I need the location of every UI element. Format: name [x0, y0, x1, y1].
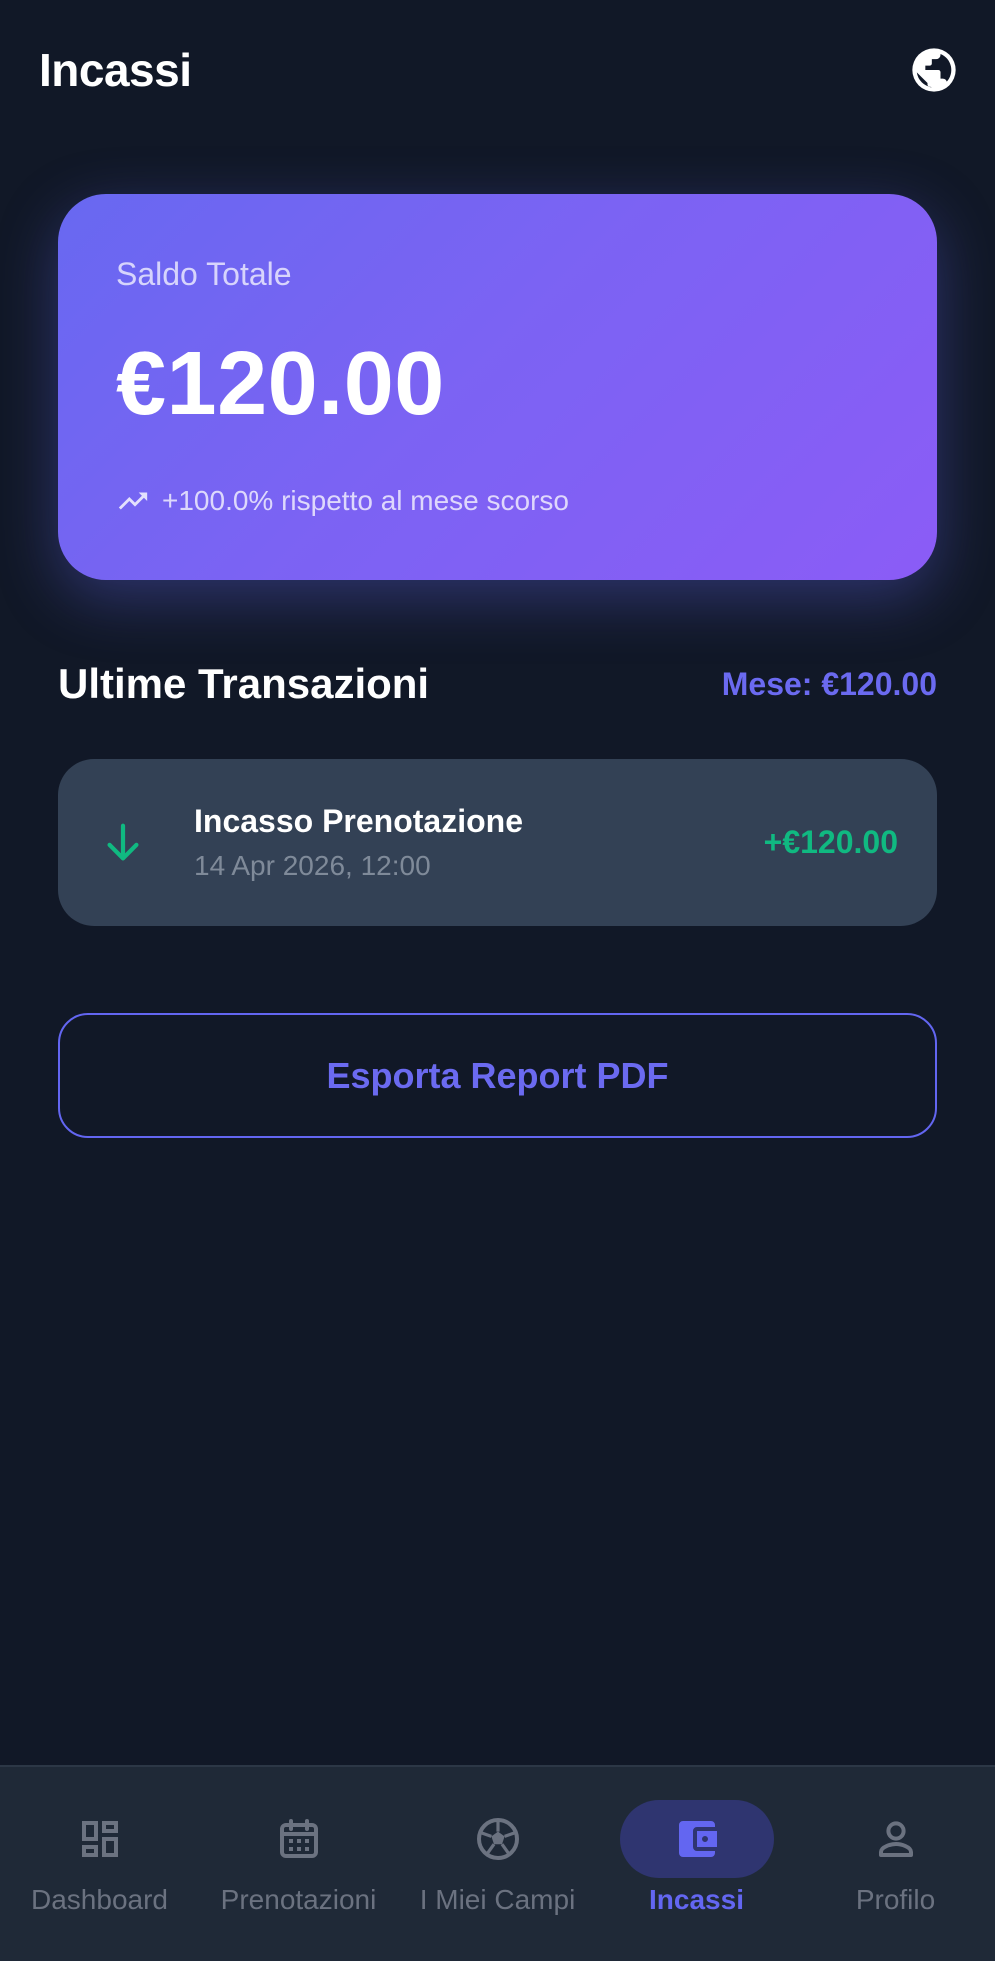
transaction-date: 14 Apr 2026, 12:00 [194, 850, 431, 881]
nav-item-miei-campi[interactable]: I Miei Campi [398, 1767, 597, 1961]
nav-icon-wrap [222, 1800, 376, 1878]
export-pdf-button[interactable]: Esporta Report PDF [58, 1013, 937, 1138]
wallet-icon [678, 1821, 717, 1857]
transaction-row[interactable]: Incasso Prenotazione 14 Apr 2026, 12:00 … [58, 759, 937, 926]
month-total: Mese: €120.00 [721, 665, 937, 702]
section-title: Ultime Transazioni [58, 660, 430, 707]
transaction-title: Incasso Prenotazione [194, 803, 523, 839]
nav-label: I Miei Campi [419, 1884, 576, 1915]
transaction-amount: +€120.00 [763, 824, 898, 860]
nav-label: Profilo [855, 1884, 936, 1915]
arrow-down-icon [107, 823, 139, 860]
trending-up-icon [118, 492, 148, 510]
app-header: Incassi [0, 0, 995, 140]
transaction-icon-wrap [100, 820, 146, 866]
nav-item-profilo[interactable]: Profilo [796, 1767, 995, 1961]
nav-item-prenotazioni[interactable]: Prenotazioni [199, 1767, 398, 1961]
nav-icon-wrap [421, 1800, 575, 1878]
trend-text: +100.0% rispetto al mese scorso [162, 485, 569, 516]
nav-icon-wrap [619, 1800, 774, 1878]
balance-label: Saldo Totale [116, 256, 292, 292]
balance-amount: €120.00 [116, 334, 445, 434]
dashboard-icon [81, 1821, 118, 1857]
export-pdf-label: Esporta Report PDF [326, 1054, 669, 1096]
nav-item-dashboard[interactable]: Dashboard [0, 1767, 199, 1961]
nav-label: Prenotazioni [220, 1884, 377, 1915]
nav-label: Dashboard [31, 1884, 168, 1915]
transaction-info: Incasso Prenotazione 14 Apr 2026, 12:00 [194, 803, 764, 882]
balance-trend: +100.0% rispetto al mese scorso [116, 484, 879, 518]
soccer-ball-icon [476, 1818, 519, 1860]
nav-item-incassi[interactable]: Incassi [597, 1767, 796, 1961]
transactions-header: Ultime Transazioni Mese: €120.00 [58, 660, 937, 708]
nav-icon-wrap [23, 1800, 177, 1878]
balance-card: Saldo Totale €120.00 +100.0% rispetto al… [58, 194, 937, 580]
calendar-icon [279, 1819, 318, 1858]
person-icon [878, 1821, 913, 1857]
nav-label: Incassi [649, 1884, 744, 1915]
language-button[interactable] [907, 43, 961, 97]
bottom-nav: Dashboard Prenotazioni I Miei Campi Inca… [0, 1765, 995, 1961]
globe-icon [912, 48, 956, 92]
page-title: Incassi [39, 44, 192, 96]
nav-icon-wrap [819, 1800, 973, 1878]
